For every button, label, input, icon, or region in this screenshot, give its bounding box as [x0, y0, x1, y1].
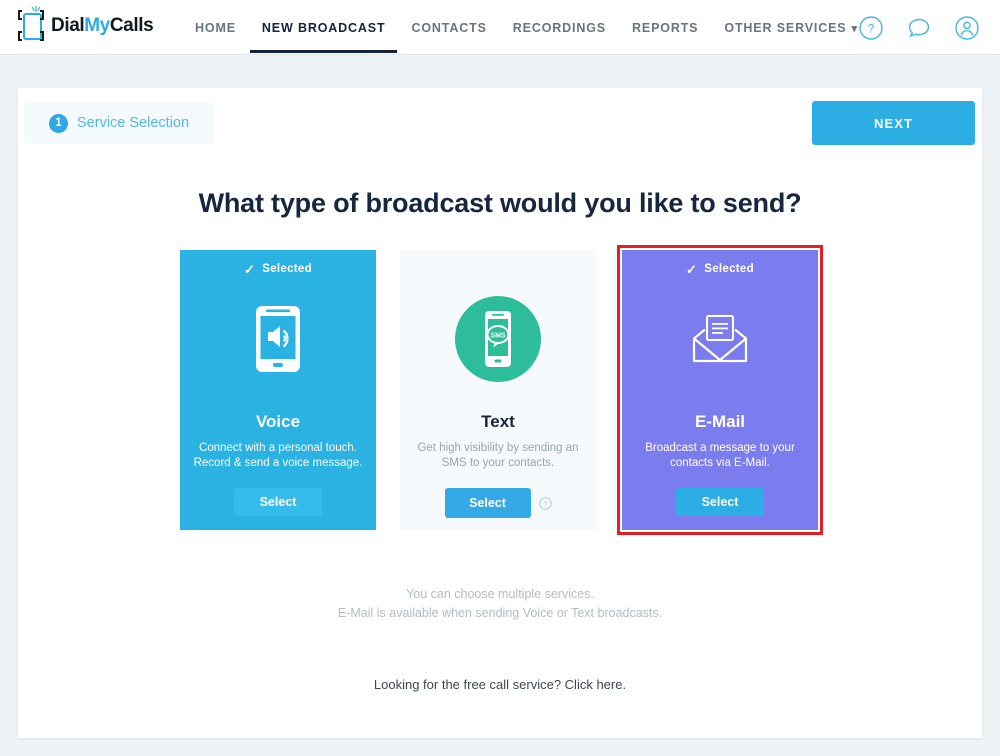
text-help-icon[interactable]: ?: [538, 496, 552, 510]
email-select-row: Select: [676, 488, 764, 516]
next-button[interactable]: NEXT: [812, 101, 975, 145]
email-selected-label: Selected: [704, 263, 754, 275]
email-desc-line1: Broadcast a message to your: [645, 442, 795, 454]
content-panel: 1 Service Selection NEXT What type of br…: [18, 88, 982, 738]
email-card-description: Broadcast a message to your contacts via…: [635, 441, 805, 471]
free-call-label: Looking for the free call service? Click…: [373, 677, 627, 692]
nav-item-new-broadcast[interactable]: NEW BROADCAST: [249, 2, 399, 53]
logo-text-calls: Calls: [109, 15, 154, 36]
nav-label: HOME: [195, 21, 236, 35]
service-cards: ✓ Selected Voice Connect with a personal…: [18, 245, 982, 540]
chevron-down-icon: ▾: [851, 23, 858, 35]
voice-selected-badge: ✓ Selected: [244, 260, 312, 278]
nav-label: NEW BROADCAST: [261, 21, 386, 35]
spark-icon: [31, 6, 41, 12]
service-card-voice[interactable]: ✓ Selected Voice Connect with a personal…: [180, 250, 376, 530]
text-select-row: Select ?: [444, 488, 552, 518]
main-nav: HOME NEW BROADCAST CONTACTS RECORDINGS R…: [182, 0, 871, 55]
logo-text-dial: Dial: [51, 15, 85, 36]
voice-select-row: Select: [234, 488, 322, 516]
check-icon: ✓: [244, 261, 256, 277]
envelope-icon: [691, 296, 749, 382]
logo-phone-icon: [18, 6, 50, 46]
nav-icon-group: ?: [858, 0, 980, 55]
voice-desc-line1: Connect with a personal touch.: [199, 442, 357, 454]
email-select-button[interactable]: Select: [676, 488, 764, 516]
svg-text:?: ?: [543, 501, 547, 508]
email-desc-line2: contacts via E-Mail.: [670, 457, 770, 469]
voice-desc-line2: Record & send a voice message.: [193, 457, 363, 469]
text-desc-line1: Get high visibility by sending an: [417, 442, 579, 454]
page-title: What type of broadcast would you like to…: [198, 188, 802, 218]
logo-wordmark: DialMyCalls: [51, 15, 154, 37]
chat-icon[interactable]: [906, 15, 932, 41]
nav-item-home[interactable]: HOME: [182, 2, 249, 53]
step-number-badge: 1: [49, 113, 68, 133]
nav-item-recordings[interactable]: RECORDINGS: [500, 2, 619, 53]
text-card-title: Text: [481, 412, 515, 431]
text-desc-line2: SMS to your contacts.: [441, 457, 555, 469]
help-icon[interactable]: ?: [858, 15, 884, 41]
svg-text:SMS: SMS: [490, 333, 506, 340]
free-call-link[interactable]: Looking for the free call service? Click…: [18, 677, 982, 692]
text-card-description: Get high visibility by sending an SMS to…: [413, 441, 583, 471]
email-selected-badge: ✓ Selected: [686, 260, 754, 278]
nav-label: OTHER SERVICES: [724, 21, 847, 35]
nav-label: REPORTS: [632, 21, 699, 35]
services-note-line2: E-Mail is available when sending Voice o…: [337, 606, 663, 620]
nav-item-contacts[interactable]: CONTACTS: [398, 2, 499, 53]
phone-sms-icon: SMS: [455, 296, 541, 382]
logo[interactable]: DialMyCalls: [18, 6, 154, 46]
step-tab-service-selection[interactable]: 1 Service Selection: [24, 102, 214, 144]
services-note: You can choose multiple services. E-Mail…: [18, 585, 982, 623]
phone-speaker-icon: [255, 296, 301, 382]
voice-select-button[interactable]: Select: [234, 488, 322, 516]
nav-item-other-services[interactable]: OTHER SERVICES ▾: [711, 2, 871, 53]
nav-item-reports[interactable]: REPORTS: [619, 2, 711, 53]
nav-label: RECORDINGS: [512, 21, 606, 35]
service-card-text[interactable]: SMS Text Get high visibility by sending …: [400, 250, 596, 530]
check-icon: ✓: [686, 261, 698, 277]
nav-label: CONTACTS: [411, 21, 487, 35]
svg-text:?: ?: [868, 21, 875, 35]
step-label: Service Selection: [77, 115, 190, 131]
account-icon[interactable]: [954, 15, 980, 41]
email-card-title: E-Mail: [694, 412, 746, 431]
top-navigation-bar: DialMyCalls HOME NEW BROADCAST CONTACTS …: [0, 0, 1000, 55]
voice-card-description: Connect with a personal touch. Record & …: [193, 441, 363, 471]
voice-card-title: Voice: [255, 412, 301, 431]
services-note-line1: You can choose multiple services.: [406, 587, 594, 601]
logo-text-my: My: [84, 15, 110, 36]
text-select-button[interactable]: Select: [444, 488, 531, 518]
service-card-email[interactable]: ✓ Selected E-Mail Broadcast a message to…: [622, 250, 818, 530]
voice-selected-label: Selected: [262, 263, 312, 275]
